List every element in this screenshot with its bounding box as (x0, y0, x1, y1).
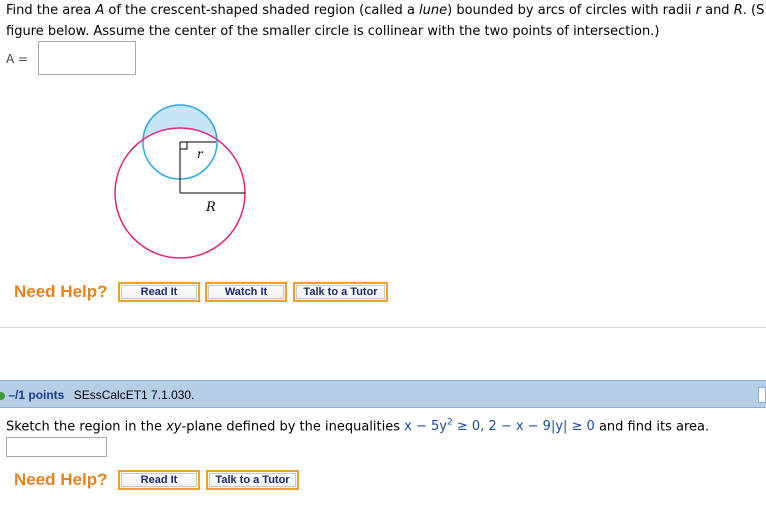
answer-input[interactable] (38, 41, 136, 75)
answer-label: A = (6, 52, 29, 66)
header-edge-box (758, 387, 766, 403)
talk-to-tutor-button-2[interactable]: Talk to a Tutor (206, 470, 299, 490)
points-label: –/1 points (8, 388, 65, 402)
inequality: x − 5y2 ≥ 0, 2 − x − 9|y| ≥ 0 (404, 418, 595, 435)
large-radius-label: R (205, 200, 216, 215)
section-divider (0, 327, 766, 328)
talk-to-tutor-button[interactable]: Talk to a Tutor (293, 282, 388, 302)
need-help-label: Need Help? (14, 282, 108, 301)
read-it-button[interactable]: Read It (118, 282, 200, 302)
watch-it-button[interactable]: Watch It (205, 282, 287, 302)
question2-text: Sketch the region in the xy-plane define… (6, 418, 710, 435)
question-line-2: figure below. Assume the center of the s… (6, 24, 660, 39)
answer-input-2[interactable] (6, 437, 107, 457)
read-it-button-2[interactable]: Read It (118, 470, 200, 490)
need-help-label-2: Need Help? (14, 470, 108, 489)
lune-figure: r R (114, 104, 246, 259)
question-text: Find the area A of the crescent-shaped s… (6, 0, 766, 42)
question-header-bar: –/1 points SEssCalcET1 7.1.030. (0, 380, 766, 408)
question-code: SEssCalcET1 7.1.030. (73, 388, 195, 402)
question-line-1: Find the area A of the crescent-shaped s… (6, 3, 765, 18)
status-dot-icon (0, 391, 5, 400)
